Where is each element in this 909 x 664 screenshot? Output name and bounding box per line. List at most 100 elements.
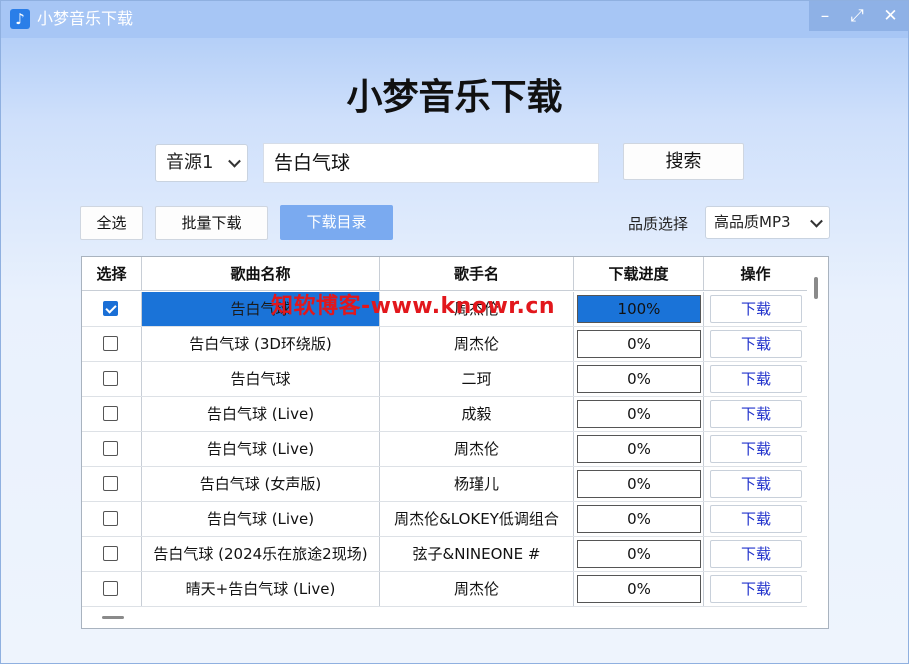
- action-cell: 下载: [704, 432, 807, 466]
- table-row[interactable]: 告白气球 (Live) 周杰伦&LOKEY低调组合 0% 下载: [82, 502, 807, 537]
- select-cell: [82, 537, 142, 571]
- progress-bar: 0%: [577, 330, 701, 358]
- progress-bar: 0%: [577, 575, 701, 603]
- select-all-button[interactable]: 全选: [80, 206, 143, 240]
- download-button[interactable]: 下载: [710, 540, 802, 568]
- download-button[interactable]: 下载: [710, 470, 802, 498]
- artist-cell: 周杰伦: [380, 327, 574, 361]
- title-bar[interactable]: ♪ 小梦音乐下载 – ⤢ ✕: [1, 1, 908, 38]
- progress-text: 0%: [627, 335, 651, 353]
- progress-cell: 0%: [574, 397, 704, 431]
- quality-select[interactable]: 高品质MP3: [705, 206, 830, 239]
- source-select-value: 音源1: [166, 152, 214, 173]
- table-header: 选择 歌曲名称 歌手名 下载进度 操作: [82, 257, 807, 291]
- artist-cell: 二珂: [380, 362, 574, 396]
- close-button[interactable]: ✕: [873, 1, 908, 31]
- select-cell: [82, 292, 142, 326]
- progress-cell: 0%: [574, 327, 704, 361]
- download-button[interactable]: 下载: [710, 435, 802, 463]
- select-cell: [82, 397, 142, 431]
- progress-text: 0%: [627, 405, 651, 423]
- row-checkbox[interactable]: [103, 301, 118, 316]
- progress-bar: 0%: [577, 470, 701, 498]
- row-checkbox[interactable]: [103, 406, 118, 421]
- artist-cell: 成毅: [380, 397, 574, 431]
- app-window: ♪ 小梦音乐下载 – ⤢ ✕ 小梦音乐下载 音源1 告白气球 搜索 全选 批量下…: [0, 0, 909, 664]
- table-row[interactable]: 告白气球 (2024乐在旅途2现场) 弦子&NINEONE # 0% 下载: [82, 537, 807, 572]
- song-name-cell: 告白气球 (女声版): [142, 467, 380, 501]
- progress-bar: 0%: [577, 400, 701, 428]
- download-button[interactable]: 下载: [710, 400, 802, 428]
- select-cell: [82, 467, 142, 501]
- horizontal-scrollbar[interactable]: [102, 616, 124, 619]
- minimize-button[interactable]: –: [809, 1, 841, 31]
- action-cell: 下载: [704, 537, 807, 571]
- download-button[interactable]: 下载: [710, 365, 802, 393]
- progress-cell: 0%: [574, 467, 704, 501]
- song-name-cell: 告白气球 (2024乐在旅途2现场): [142, 537, 380, 571]
- song-name-cell: 告白气球 (Live): [142, 397, 380, 431]
- select-cell: [82, 327, 142, 361]
- chevron-down-icon: [810, 214, 823, 228]
- quality-label: 品质选择: [628, 215, 689, 233]
- progress-text: 0%: [627, 545, 651, 563]
- artist-cell: 周杰伦: [380, 432, 574, 466]
- progress-text: 0%: [627, 370, 651, 388]
- progress-cell: 0%: [574, 502, 704, 536]
- header-action[interactable]: 操作: [704, 257, 807, 291]
- row-checkbox[interactable]: [103, 371, 118, 386]
- source-select[interactable]: 音源1: [155, 144, 248, 182]
- table-row[interactable]: 告白气球 (Live) 周杰伦 0% 下载: [82, 432, 807, 467]
- progress-text: 0%: [627, 580, 651, 598]
- row-checkbox[interactable]: [103, 336, 118, 351]
- artist-cell: 杨瑾儿: [380, 467, 574, 501]
- table-row[interactable]: 告白气球 二珂 0% 下载: [82, 362, 807, 397]
- action-cell: 下载: [704, 397, 807, 431]
- row-checkbox[interactable]: [103, 511, 118, 526]
- progress-bar: 100%: [577, 295, 701, 323]
- header-select[interactable]: 选择: [82, 257, 142, 291]
- header-progress[interactable]: 下载进度: [574, 257, 704, 291]
- artist-cell: 周杰伦&LOKEY低调组合: [380, 502, 574, 536]
- download-button[interactable]: 下载: [710, 575, 802, 603]
- select-cell: [82, 362, 142, 396]
- row-checkbox[interactable]: [103, 581, 118, 596]
- progress-cell: 100%: [574, 292, 704, 326]
- progress-cell: 0%: [574, 572, 704, 606]
- progress-text: 0%: [627, 475, 651, 493]
- header-song[interactable]: 歌曲名称: [142, 257, 380, 291]
- action-cell: 下载: [704, 292, 807, 326]
- action-cell: 下载: [704, 572, 807, 606]
- quality-select-value: 高品质MP3: [714, 213, 791, 231]
- progress-bar: 0%: [577, 540, 701, 568]
- chevron-down-icon: [228, 154, 241, 168]
- table-row[interactable]: 告白气球 (女声版) 杨瑾儿 0% 下载: [82, 467, 807, 502]
- batch-download-button[interactable]: 批量下载: [155, 206, 268, 240]
- table-row[interactable]: 告白气球 (3D环绕版) 周杰伦 0% 下载: [82, 327, 807, 362]
- vertical-scrollbar[interactable]: [814, 277, 818, 299]
- row-checkbox[interactable]: [103, 441, 118, 456]
- artist-cell: 周杰伦: [380, 572, 574, 606]
- header-artist[interactable]: 歌手名: [380, 257, 574, 291]
- progress-bar: 0%: [577, 435, 701, 463]
- maximize-button[interactable]: ⤢: [841, 1, 873, 31]
- action-cell: 下载: [704, 502, 807, 536]
- song-name-cell: 晴天+告白气球 (Live): [142, 572, 380, 606]
- music-note-icon: ♪: [10, 9, 30, 29]
- progress-cell: 0%: [574, 537, 704, 571]
- table-row[interactable]: 晴天+告白气球 (Live) 周杰伦 0% 下载: [82, 572, 807, 607]
- page-title: 小梦音乐下载: [346, 77, 563, 118]
- row-checkbox[interactable]: [103, 546, 118, 561]
- search-input[interactable]: 告白气球: [263, 143, 599, 183]
- download-button[interactable]: 下载: [710, 295, 802, 323]
- download-directory-button[interactable]: 下载目录: [280, 205, 393, 240]
- table-row[interactable]: 告白气球 (Live) 成毅 0% 下载: [82, 397, 807, 432]
- download-button[interactable]: 下载: [710, 505, 802, 533]
- download-button[interactable]: 下载: [710, 330, 802, 358]
- row-checkbox[interactable]: [103, 476, 118, 491]
- action-cell: 下载: [704, 362, 807, 396]
- song-name-cell: 告白气球 (Live): [142, 502, 380, 536]
- search-button[interactable]: 搜索: [623, 143, 744, 180]
- progress-cell: 0%: [574, 432, 704, 466]
- select-cell: [82, 502, 142, 536]
